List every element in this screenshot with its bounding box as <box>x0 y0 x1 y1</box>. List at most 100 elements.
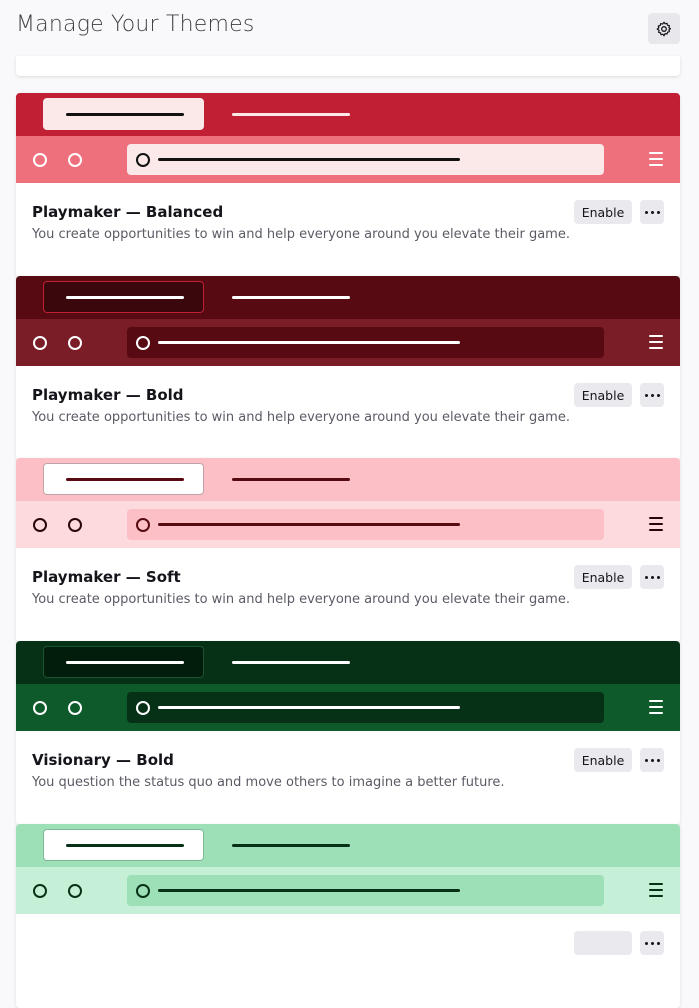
more-dot-icon <box>644 575 648 579</box>
theme-info: Playmaker — Balanced You create opportun… <box>16 183 680 277</box>
preview-tabbar <box>16 93 680 136</box>
preview-tab <box>43 646 204 678</box>
more-options-button[interactable] <box>640 200 664 224</box>
forward-icon <box>68 884 82 898</box>
page-title: Manage Your Themes <box>16 12 255 37</box>
hamburger-menu-icon <box>649 517 663 531</box>
preview-tab-title-inactive <box>232 113 350 116</box>
more-options-button[interactable] <box>640 748 664 772</box>
settings-button[interactable] <box>648 13 680 44</box>
enable-button[interactable]: Enable <box>574 383 632 407</box>
more-dot-icon <box>656 758 660 762</box>
preview-tab-title <box>66 844 184 847</box>
more-options-button[interactable] <box>640 383 664 407</box>
theme-card-previous <box>16 56 680 76</box>
urlbar-icon <box>136 336 150 350</box>
forward-icon <box>68 518 82 532</box>
more-dot-icon <box>644 393 648 397</box>
hamburger-menu-icon <box>649 700 663 714</box>
preview-tab-title <box>66 113 184 116</box>
hamburger-menu-icon <box>649 152 663 166</box>
urlbar-text <box>158 341 460 344</box>
theme-card: Playmaker — Balanced You create opportun… <box>16 93 680 277</box>
more-options-button[interactable] <box>640 565 664 589</box>
theme-info <box>16 914 680 1008</box>
preview-toolbar <box>16 684 680 731</box>
more-dot-icon <box>650 575 654 579</box>
more-dot-icon <box>644 210 648 214</box>
more-dot-icon <box>650 941 654 945</box>
preview-tab <box>43 829 204 861</box>
back-icon <box>33 153 47 167</box>
enable-button[interactable] <box>574 931 632 955</box>
hamburger-menu-icon <box>649 335 663 349</box>
preview-urlbar <box>127 875 604 906</box>
more-dot-icon <box>656 393 660 397</box>
preview-urlbar <box>127 144 604 175</box>
more-options-button[interactable] <box>640 931 664 955</box>
preview-tab-title <box>66 296 184 299</box>
preview-toolbar <box>16 319 680 366</box>
back-icon <box>33 518 47 532</box>
preview-tabbar <box>16 824 680 867</box>
preview-tab <box>43 463 204 495</box>
theme-preview <box>16 458 680 548</box>
theme-preview <box>16 93 680 183</box>
theme-name: Playmaker — Soft <box>32 568 181 586</box>
more-dot-icon <box>650 758 654 762</box>
preview-tabbar <box>16 276 680 319</box>
preview-tab-title <box>66 661 184 664</box>
theme-card <box>16 824 680 1008</box>
theme-info: Visionary — Bold You question the status… <box>16 731 680 825</box>
urlbar-icon <box>136 153 150 167</box>
urlbar-icon <box>136 518 150 532</box>
enable-button[interactable]: Enable <box>574 200 632 224</box>
preview-tab-title-inactive <box>232 844 350 847</box>
more-dot-icon <box>656 210 660 214</box>
preview-tab-title-inactive <box>232 661 350 664</box>
back-icon <box>33 701 47 715</box>
theme-preview <box>16 641 680 731</box>
theme-info: Playmaker — Soft You create opportunitie… <box>16 548 680 642</box>
theme-info: Playmaker — Bold You create opportunitie… <box>16 366 680 460</box>
preview-tabbar <box>16 458 680 501</box>
preview-urlbar <box>127 327 604 358</box>
more-dot-icon <box>650 393 654 397</box>
theme-card: Playmaker — Soft You create opportunitie… <box>16 458 680 642</box>
preview-tabbar <box>16 641 680 684</box>
more-dot-icon <box>644 758 648 762</box>
urlbar-text <box>158 523 460 526</box>
theme-description: You create opportunities to win and help… <box>32 410 570 425</box>
theme-name: Visionary — Bold <box>32 751 174 769</box>
theme-description: You create opportunities to win and help… <box>32 592 570 607</box>
theme-preview <box>16 276 680 366</box>
theme-card: Visionary — Bold You question the status… <box>16 641 680 825</box>
preview-toolbar <box>16 501 680 548</box>
urlbar-text <box>158 158 460 161</box>
urlbar-icon <box>136 701 150 715</box>
forward-icon <box>68 336 82 350</box>
theme-description: You create opportunities to win and help… <box>32 227 570 242</box>
theme-name: Playmaker — Bold <box>32 386 184 404</box>
more-dot-icon <box>650 210 654 214</box>
urlbar-icon <box>136 884 150 898</box>
more-dot-icon <box>644 941 648 945</box>
forward-icon <box>68 153 82 167</box>
preview-tab-title-inactive <box>232 478 350 481</box>
theme-name: Playmaker — Balanced <box>32 203 224 221</box>
urlbar-text <box>158 706 460 709</box>
enable-button[interactable]: Enable <box>574 748 632 772</box>
theme-preview <box>16 824 680 914</box>
enable-button[interactable]: Enable <box>574 565 632 589</box>
preview-tab-title <box>66 478 184 481</box>
hamburger-menu-icon <box>649 883 663 897</box>
theme-card: Playmaker — Bold You create opportunitie… <box>16 276 680 460</box>
back-icon <box>33 884 47 898</box>
preview-toolbar <box>16 867 680 914</box>
preview-tab <box>43 98 204 130</box>
theme-description: You question the status quo and move oth… <box>32 775 505 790</box>
urlbar-text <box>158 889 460 892</box>
preview-tab-title-inactive <box>232 296 350 299</box>
preview-tab <box>43 281 204 313</box>
gear-icon <box>656 21 672 36</box>
